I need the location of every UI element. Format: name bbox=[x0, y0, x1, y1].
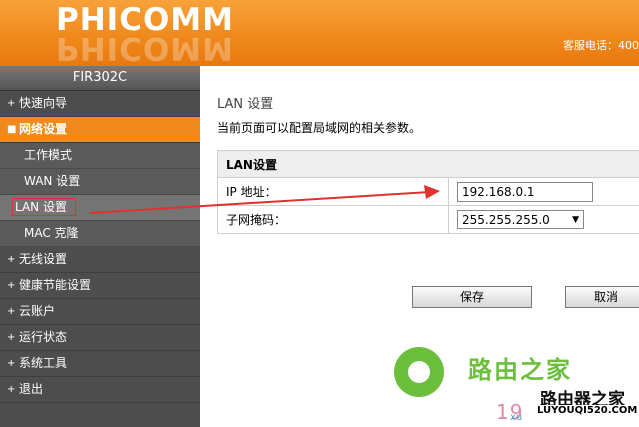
ip-address-input[interactable] bbox=[457, 181, 593, 202]
dropdown-arrow-icon: ▼ bbox=[572, 215, 579, 225]
sidebar-item-label: 云账户 bbox=[19, 304, 56, 318]
plus-icon: + bbox=[7, 280, 16, 291]
mask-cell: 255.255.255.0 ▼ bbox=[448, 205, 639, 234]
table-row: 子网掩码： 255.255.255.0 ▼ bbox=[217, 205, 639, 234]
mask-label: 子网掩码： bbox=[217, 205, 449, 234]
save-button[interactable]: 保存 bbox=[412, 286, 532, 308]
watermark-partial: xu bbox=[510, 412, 523, 423]
header-bar: PHICOMM PHICOMM 客服电话：400 bbox=[0, 0, 639, 66]
sidebar-item-label: 无线设置 bbox=[19, 252, 68, 266]
watermark-logo-icon bbox=[394, 347, 444, 397]
ip-cell bbox=[448, 177, 639, 206]
ip-label: IP 地址： bbox=[217, 177, 449, 206]
plus-icon: + bbox=[7, 384, 16, 395]
sidebar-subitem-wan[interactable]: WAN 设置 bbox=[0, 169, 200, 195]
table-header: LAN设置 bbox=[217, 150, 639, 178]
sidebar-item-system-tools[interactable]: + 系统工具 bbox=[0, 351, 200, 377]
hotline-text: 客服电话：400 bbox=[563, 39, 639, 52]
sidebar-item-network[interactable]: ■ 网络设置 bbox=[0, 117, 200, 143]
sidebar-subitem-work-mode[interactable]: 工作模式 bbox=[0, 143, 200, 169]
sidebar-subitem-label: WAN 设置 bbox=[24, 174, 81, 188]
sidebar-item-label: 运行状态 bbox=[19, 330, 68, 344]
sidebar-item-label: 网络设置 bbox=[19, 122, 68, 136]
sidebar-subitem-lan[interactable]: LAN 设置 bbox=[0, 195, 200, 221]
sidebar-subitem-label: MAC 克隆 bbox=[24, 226, 79, 240]
logo-reflection: PHICOMM bbox=[56, 30, 234, 66]
plus-icon: + bbox=[7, 98, 16, 109]
sidebar-item-label: 退出 bbox=[19, 382, 44, 396]
plus-icon: + bbox=[7, 306, 16, 317]
watermark-brand: 路由之家 bbox=[468, 356, 572, 384]
cancel-button[interactable]: 取消 bbox=[565, 286, 639, 308]
subnet-mask-value: 255.255.255.0 bbox=[462, 213, 550, 227]
sidebar-item-label: 健康节能设置 bbox=[19, 278, 92, 292]
sidebar-subitem-mac-clone[interactable]: MAC 克隆 bbox=[0, 221, 200, 247]
plus-icon: + bbox=[7, 358, 16, 369]
sidebar-item-quick-setup[interactable]: + 快速向导 bbox=[0, 91, 200, 117]
lan-settings-table: LAN设置 IP 地址： 子网掩码： 255.255.255.0 ▼ bbox=[217, 150, 639, 234]
page-description: 当前页面可以配置局域网的相关参数。 bbox=[217, 121, 422, 135]
sidebar-subitem-label: 工作模式 bbox=[24, 148, 73, 162]
subnet-mask-select[interactable]: 255.255.255.0 ▼ bbox=[457, 210, 584, 229]
sidebar-item-label: 快速向导 bbox=[19, 96, 68, 110]
sidebar-item-logout[interactable]: + 退出 bbox=[0, 377, 200, 403]
watermark-site: LUYOUQI520.COM bbox=[535, 405, 639, 416]
sidebar-item-energy[interactable]: + 健康节能设置 bbox=[0, 273, 200, 299]
square-bullet-icon: ■ bbox=[7, 124, 17, 135]
plus-icon: + bbox=[7, 332, 16, 343]
sidebar: FIR302C + 快速向导 ■ 网络设置 工作模式 WAN 设置 LAN 设置… bbox=[0, 66, 200, 427]
page-title: LAN 设置 bbox=[217, 97, 274, 112]
sidebar-item-status[interactable]: + 运行状态 bbox=[0, 325, 200, 351]
model-name: FIR302C bbox=[0, 66, 200, 91]
sidebar-item-cloud-account[interactable]: + 云账户 bbox=[0, 299, 200, 325]
sidebar-item-wireless[interactable]: + 无线设置 bbox=[0, 247, 200, 273]
plus-icon: + bbox=[7, 254, 16, 265]
sidebar-item-label: 系统工具 bbox=[19, 356, 68, 370]
table-header-row: LAN设置 bbox=[217, 150, 639, 178]
sidebar-subitem-label: LAN 设置 bbox=[12, 198, 76, 216]
table-row: IP 地址： bbox=[217, 177, 639, 206]
